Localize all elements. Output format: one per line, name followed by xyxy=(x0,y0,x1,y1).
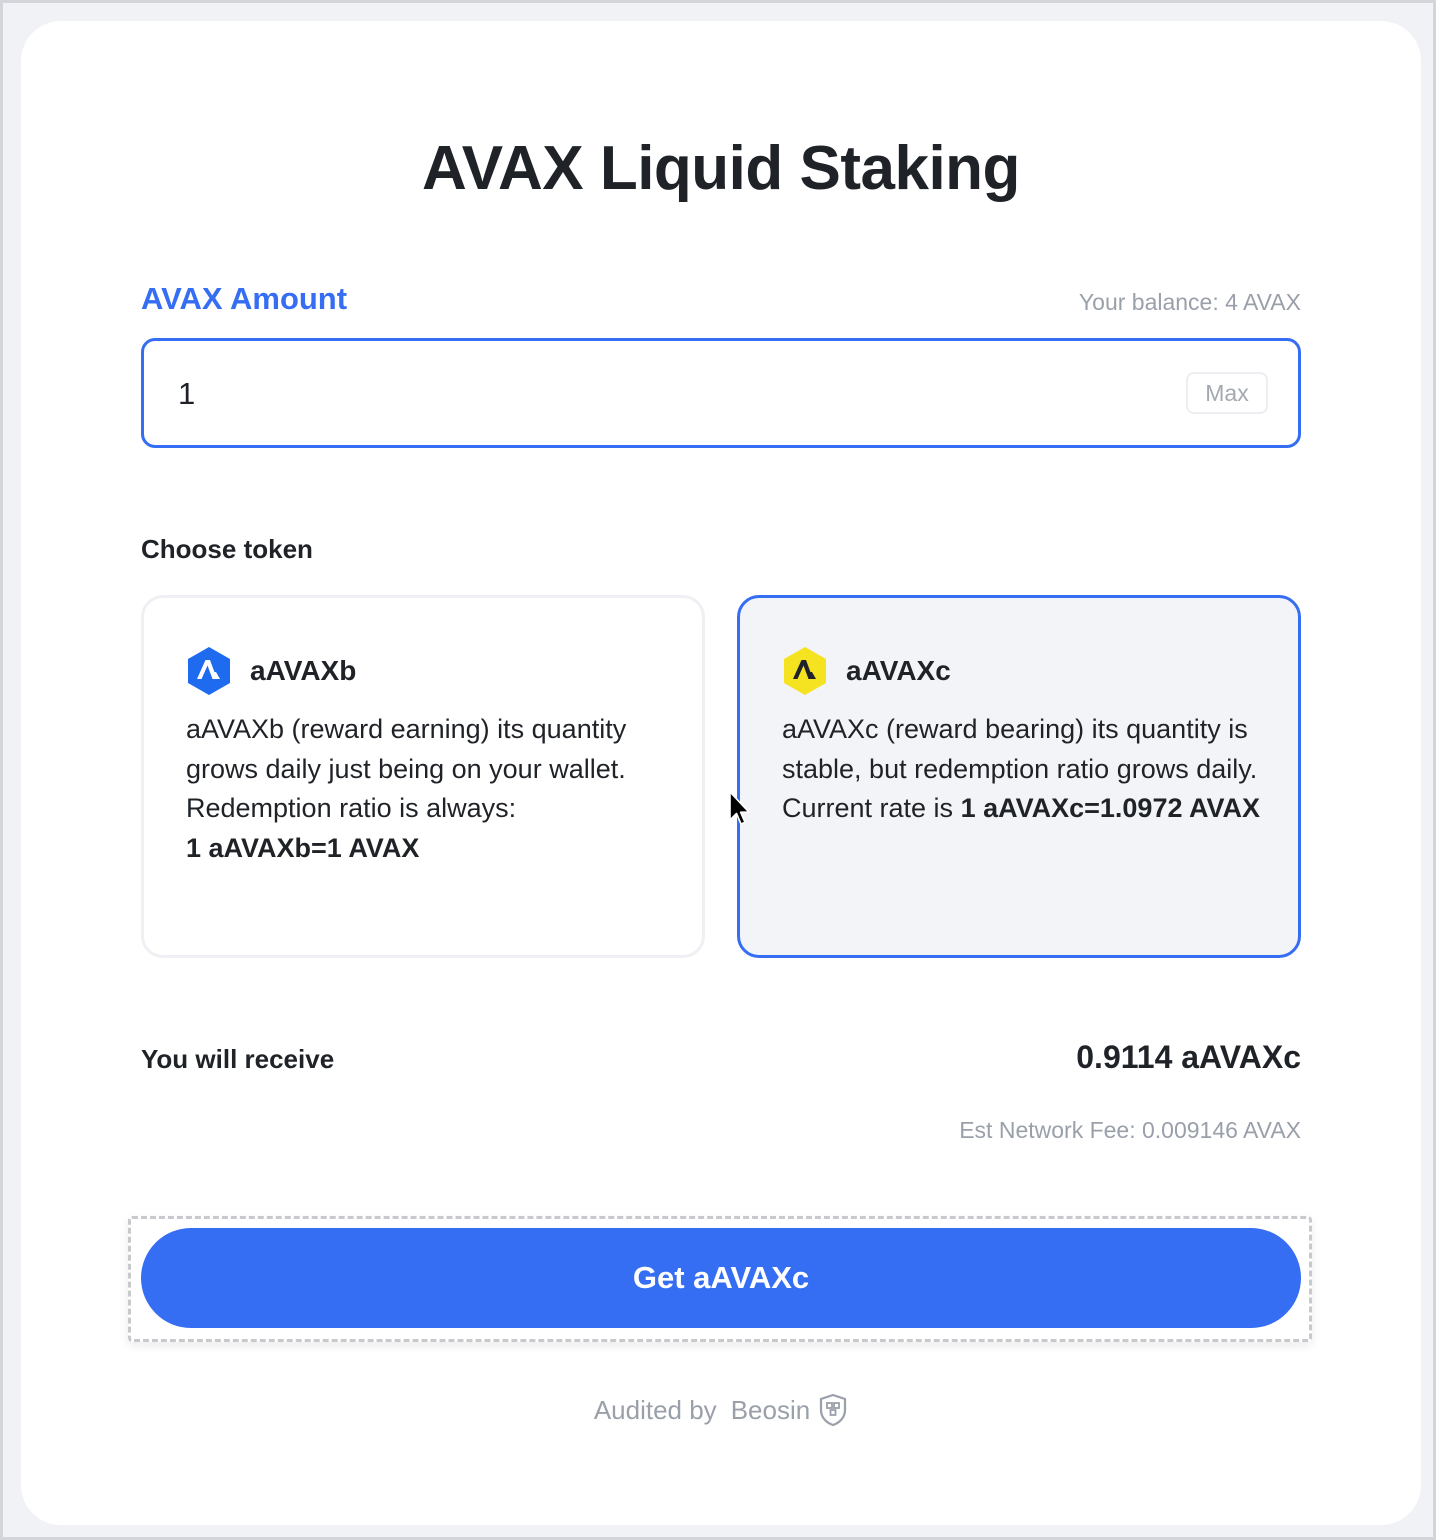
avax-blue-hexagon-icon xyxy=(188,647,230,695)
max-button[interactable]: Max xyxy=(1186,372,1268,414)
window-frame: AVAX Liquid Staking AVAX Amount Your bal… xyxy=(0,0,1436,1540)
mouse-cursor-icon xyxy=(729,791,750,825)
token-rate: 1 aAVAXc=1.0972 AVAX xyxy=(960,793,1260,823)
token-name: aAVAXb xyxy=(250,655,357,686)
token-description: aAVAXc (reward bearing) its quantity is … xyxy=(782,710,1272,829)
auditor-name: Beosin xyxy=(730,1394,811,1425)
token-header: aAVAXc xyxy=(782,646,951,696)
token-description: aAVAXb (reward earning) its quantity gro… xyxy=(186,710,676,868)
token-option-aavaxc[interactable]: aAVAXc aAVAXc (reward bearing) its quant… xyxy=(737,595,1301,958)
page-title: AVAX Liquid Staking xyxy=(422,134,1020,203)
amount-label: AVAX Amount xyxy=(141,281,348,316)
token-rate: 1 aAVAXb=1 AVAX xyxy=(186,832,420,863)
beosin-shield-icon xyxy=(820,1393,847,1427)
staking-card: AVAX Liquid Staking AVAX Amount Your bal… xyxy=(21,21,1421,1525)
audit-footer: Audited by Beosin xyxy=(21,1393,1421,1427)
receive-label: You will receive xyxy=(141,1044,335,1074)
network-fee: Est Network Fee: 0.009146 AVAX xyxy=(959,1117,1301,1143)
amount-field[interactable]: Max xyxy=(141,338,1301,448)
avax-yellow-hexagon-icon xyxy=(784,647,826,695)
token-option-aavaxb[interactable]: aAVAXb aAVAXb (reward earning) its quant… xyxy=(141,595,705,958)
amount-input[interactable] xyxy=(178,371,1078,417)
token-description-text: aAVAXc (reward bearing) its quantity is … xyxy=(782,714,1258,784)
token-rate-lead: Current rate is xyxy=(782,793,954,823)
receive-amount: 0.9114 aAVAXc xyxy=(1076,1039,1301,1075)
token-name: aAVAXc xyxy=(846,655,951,686)
token-description-text: aAVAXb (reward earning) its quantity gro… xyxy=(186,714,627,823)
choose-token-label: Choose token xyxy=(141,534,313,564)
token-header: aAVAXb xyxy=(186,646,356,696)
get-token-button[interactable]: Get aAVAXc xyxy=(141,1228,1301,1328)
audited-by-label: Audited by xyxy=(593,1394,717,1425)
balance-text: Your balance: 4 AVAX xyxy=(1078,289,1301,315)
